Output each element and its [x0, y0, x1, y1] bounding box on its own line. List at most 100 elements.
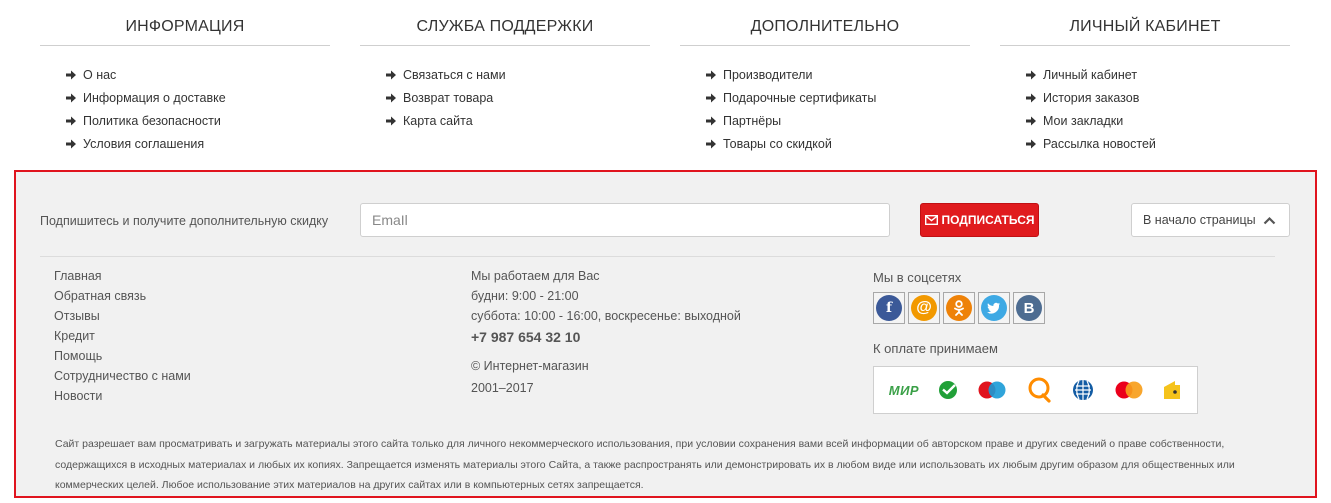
- mail-ru-icon: @: [911, 295, 937, 321]
- arrow-right-icon: [1026, 70, 1036, 79]
- arrow-right-icon: [706, 93, 716, 102]
- nav-link-label: Возврат товара: [403, 90, 494, 105]
- sberbank-icon: [938, 381, 957, 399]
- nav-link-delivery[interactable]: Информация о доставке: [66, 86, 330, 109]
- nav-link-label: Товары со скидкой: [723, 136, 832, 151]
- hours-title: Мы работаем для Вас: [471, 269, 600, 283]
- footer-link-cooperation[interactable]: Сотрудничество с нами: [54, 369, 191, 389]
- arrow-right-icon: [706, 70, 716, 79]
- footer-link-home[interactable]: Главная: [54, 269, 191, 289]
- arrow-right-icon: [706, 139, 716, 148]
- divider: [40, 256, 1275, 257]
- arrow-right-icon: [386, 93, 396, 102]
- subscribe-button-label: ПОДПИСАТЬСЯ: [941, 213, 1035, 227]
- facebook-icon: f: [876, 295, 902, 321]
- mir-icon: МИР: [888, 382, 920, 398]
- phone-number[interactable]: +7 987 654 32 10: [471, 329, 741, 351]
- newsletter-label: Подпишитесь и получите дополнительную ск…: [40, 214, 329, 228]
- odnoklassniki-icon: [946, 295, 972, 321]
- nav-link-label: Связаться с нами: [403, 67, 506, 82]
- social-block: Мы в соцсетях f @ В К оплате принимаем М…: [873, 270, 1198, 414]
- footer-link-news[interactable]: Новости: [54, 389, 191, 409]
- arrow-right-icon: [66, 116, 76, 125]
- column-title: СЛУЖБА ПОДДЕРЖКИ: [360, 0, 650, 46]
- social-title: Мы в соцсетях: [873, 270, 962, 285]
- payment-methods: МИР: [873, 366, 1198, 414]
- nav-link-label: Карта сайта: [403, 113, 473, 128]
- copyright-years: 2001–2017: [471, 381, 534, 395]
- column-information: ИНФОРМАЦИЯ О нас Информация о доставке П…: [40, 0, 330, 155]
- arrow-right-icon: [1026, 93, 1036, 102]
- column-title: ИНФОРМАЦИЯ: [40, 0, 330, 46]
- twitter-icon: [981, 295, 1007, 321]
- nav-link-label: Мои закладки: [1043, 113, 1124, 128]
- qiwi-icon: [1028, 377, 1051, 403]
- mastercard-icon: [1115, 381, 1143, 399]
- arrow-right-icon: [706, 116, 716, 125]
- footer-link-feedback[interactable]: Обратная связь: [54, 289, 191, 309]
- mail-ru-link[interactable]: @: [908, 292, 940, 324]
- column-extra: ДОПОЛНИТЕЛЬНО Производители Подарочные с…: [680, 0, 970, 155]
- nav-link-gift-certificates[interactable]: Подарочные сертификаты: [706, 86, 970, 109]
- arrow-right-icon: [386, 116, 396, 125]
- arrow-right-icon: [66, 70, 76, 79]
- twitter-link[interactable]: [978, 292, 1010, 324]
- vk-link[interactable]: В: [1013, 292, 1045, 324]
- column-account: ЛИЧНЫЙ КАБИНЕТ Личный кабинет История за…: [1000, 0, 1290, 155]
- nav-link-partners[interactable]: Партнёры: [706, 109, 970, 132]
- legal-notice: Сайт разрешает вам просматривать и загру…: [55, 438, 1235, 491]
- nav-link-specials[interactable]: Товары со скидкой: [706, 132, 970, 155]
- nav-link-label: Личный кабинет: [1043, 67, 1138, 82]
- nav-link-newsletter[interactable]: Рассылка новостей: [1026, 132, 1290, 155]
- envelope-icon: [924, 215, 938, 225]
- nav-link-label: Политика безопасности: [83, 113, 221, 128]
- copyright: © Интернет-магазин: [471, 359, 589, 373]
- footer-link-credit[interactable]: Кредит: [54, 329, 191, 349]
- nav-link-returns[interactable]: Возврат товара: [386, 86, 650, 109]
- nav-link-order-history[interactable]: История заказов: [1026, 86, 1290, 109]
- nav-link-wishlist[interactable]: Мои закладки: [1026, 109, 1290, 132]
- nav-link-label: Рассылка новостей: [1043, 136, 1156, 151]
- hours-weekend: суббота: 10:00 - 16:00, воскресенье: вых…: [471, 309, 741, 323]
- arrow-right-icon: [66, 139, 76, 148]
- webmoney-icon: [1073, 380, 1094, 400]
- yandex-money-icon: [1164, 381, 1181, 399]
- odnoklassniki-link[interactable]: [943, 292, 975, 324]
- footer-link-reviews[interactable]: Отзывы: [54, 309, 191, 329]
- facebook-link[interactable]: f: [873, 292, 905, 324]
- nav-link-contact[interactable]: Связаться с нами: [386, 63, 650, 86]
- nav-link-manufacturers[interactable]: Производители: [706, 63, 970, 86]
- column-title: ЛИЧНЫЙ КАБИНЕТ: [1000, 0, 1290, 46]
- arrow-right-icon: [1026, 116, 1036, 125]
- footer-link-help[interactable]: Помощь: [54, 349, 191, 369]
- footer-bottom-panel: Подпишитесь и получите дополнительную ск…: [14, 170, 1317, 498]
- nav-link-label: О нас: [83, 67, 117, 82]
- arrow-right-icon: [66, 93, 76, 102]
- column-support: СЛУЖБА ПОДДЕРЖКИ Связаться с нами Возвра…: [360, 0, 650, 132]
- nav-link-label: Производители: [723, 67, 813, 82]
- social-icons: f @ В: [873, 292, 1198, 324]
- back-to-top-label: В начало страницы: [1143, 213, 1256, 227]
- footer-links: Главная Обратная связь Отзывы Кредит Пом…: [54, 269, 191, 409]
- vk-icon: В: [1016, 295, 1042, 321]
- subscribe-button[interactable]: ПОДПИСАТЬСЯ: [920, 203, 1039, 237]
- nav-link-label: Информация о доставке: [83, 90, 226, 105]
- back-to-top-button[interactable]: В начало страницы: [1131, 203, 1290, 237]
- arrow-right-icon: [386, 70, 396, 79]
- newsletter-email-input[interactable]: [360, 203, 890, 237]
- contacts-block: Мы работаем для Вас будни: 9:00 - 21:00 …: [471, 269, 741, 401]
- hours-weekdays: будни: 9:00 - 21:00: [471, 289, 579, 303]
- chevron-up-icon: [1263, 216, 1276, 225]
- nav-link-sitemap[interactable]: Карта сайта: [386, 109, 650, 132]
- nav-link-label: Условия соглашения: [83, 136, 205, 151]
- nav-link-label: Партнёры: [723, 113, 782, 128]
- nav-link-privacy[interactable]: Политика безопасности: [66, 109, 330, 132]
- nav-link-account[interactable]: Личный кабинет: [1026, 63, 1290, 86]
- nav-link-about[interactable]: О нас: [66, 63, 330, 86]
- footer-nav-columns: ИНФОРМАЦИЯ О нас Информация о доставке П…: [0, 0, 1331, 170]
- nav-link-label: Подарочные сертификаты: [723, 90, 877, 105]
- maestro-icon: [978, 381, 1006, 399]
- nav-link-terms[interactable]: Условия соглашения: [66, 132, 330, 155]
- column-title: ДОПОЛНИТЕЛЬНО: [680, 0, 970, 46]
- payment-title: К оплате принимаем: [873, 341, 998, 356]
